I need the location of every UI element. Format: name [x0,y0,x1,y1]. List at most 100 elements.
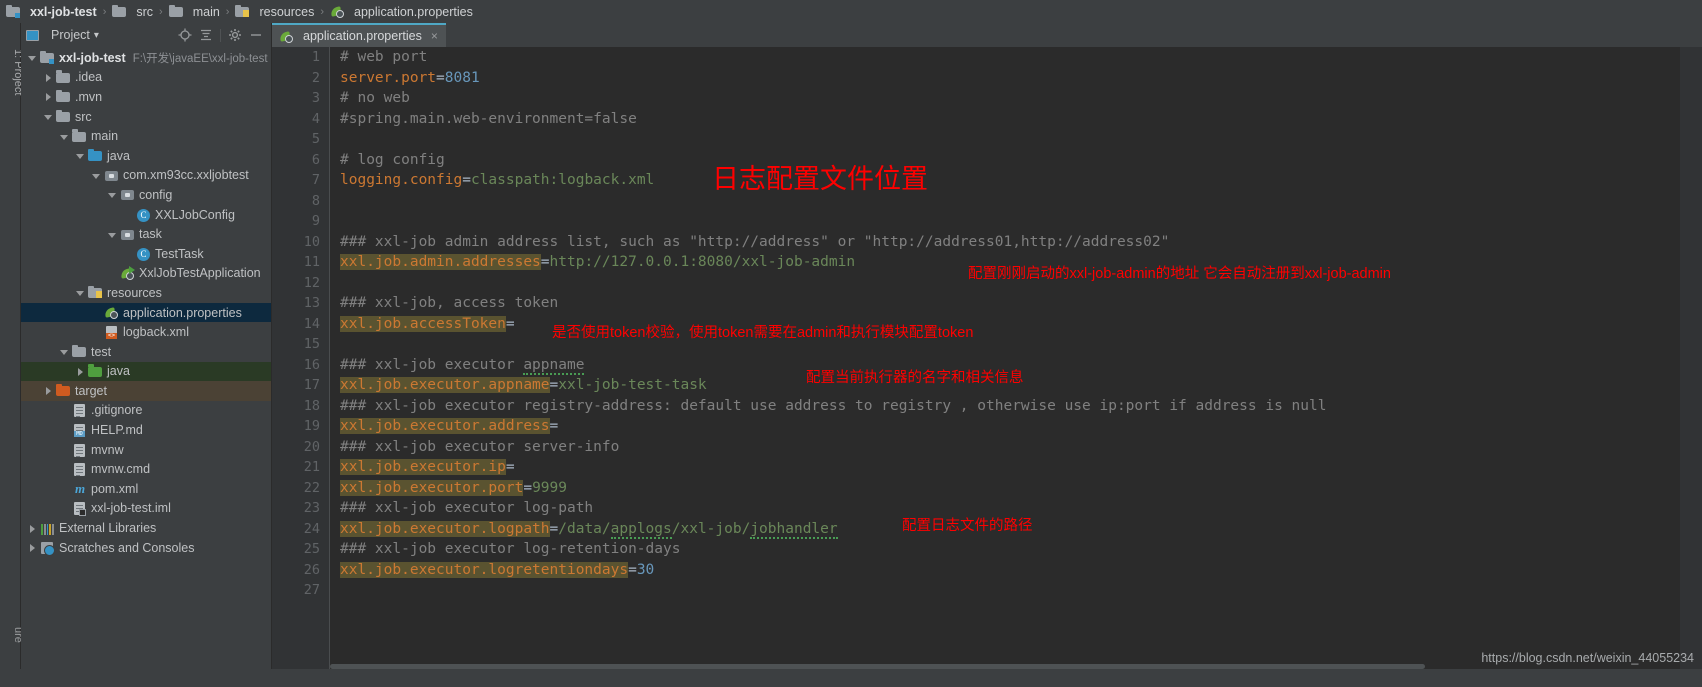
scratches-icon [40,540,55,557]
line-number: 2 [311,69,320,86]
locate-icon[interactable] [178,28,192,42]
tree-node-label: .idea [75,70,103,85]
tree-node-xxl-job-test-iml[interactable]: xxl-job-test.iml [21,499,271,519]
code-token: classpath:logback.xml [470,172,655,188]
line-number: 23 [303,500,320,516]
tree-node-task[interactable]: task [21,224,271,244]
breadcrumb-separator: › [320,5,325,18]
line-number: 15 [303,336,320,352]
line-number: 18 [303,397,320,414]
marker-bar[interactable] [1680,47,1702,687]
tree-expand-open-icon[interactable] [107,229,118,240]
tree-expand-open-icon[interactable] [107,189,118,200]
close-icon[interactable]: × [431,29,438,43]
tree-node-com-xm93cc-xxljobtest[interactable]: com.xm93cc.xxljobtest [21,166,271,186]
tree-expand-closed-icon[interactable] [43,72,54,83]
tree-node-xxljobtestapplication[interactable]: XxlJobTestApplication [21,264,271,284]
tree-node--gitignore[interactable]: .gitignore [21,401,271,421]
tree-node-target[interactable]: target [21,381,271,401]
project-scope-chevron-icon[interactable]: ▾ [94,30,99,41]
tree-expand-closed-icon[interactable] [27,523,38,534]
tree-node-external-libraries[interactable]: External Libraries [21,518,271,538]
line-number: 10 [303,233,320,250]
tree-node-main[interactable]: main [21,126,271,146]
line-number: 21 [303,459,320,475]
tree-expand-open-icon[interactable] [59,131,70,142]
tree-node-src[interactable]: src [21,107,271,127]
code-token: xxl.job.accessToken [340,315,506,332]
breadcrumb-item-main[interactable]: main [168,4,220,19]
tree-node-mvnw[interactable]: mvnw [21,440,271,460]
breadcrumb-item-application-properties[interactable]: application.properties [330,4,473,19]
gear-icon[interactable] [228,28,242,42]
text-file-icon [72,462,87,477]
collapse-all-icon[interactable] [199,28,213,42]
code-token: ### xxl-job admin address list, such as … [340,233,1170,250]
code-line: server.port=8081 [340,68,1680,89]
tree-node-label: java [107,148,130,163]
text-file-icon [72,442,87,457]
editor-tab-bar: application.properties × [272,23,1702,47]
tree-expand-closed-icon[interactable] [27,542,38,553]
editor-tab-label: application.properties [303,29,422,43]
tree-expand-open-icon[interactable] [43,111,54,122]
tree-expand-open-icon[interactable] [27,52,38,63]
tree-node-label: .mvn [75,89,103,104]
line-number: 8 [311,192,320,209]
tree-node-xxl-job-test[interactable]: xxl-job-test F:\开发\javaEE\xxl-job-test [21,48,271,68]
folder-icon [168,4,184,19]
tree-node-label: resources [107,285,162,300]
tree-node--idea[interactable]: .idea [21,68,271,88]
code-token: 9999 [532,479,567,496]
tree-node-resources[interactable]: resources [21,283,271,303]
tree-node-java[interactable]: java [21,146,271,166]
tree-node-test[interactable]: test [21,342,271,362]
folder-icon [112,4,127,19]
code-token: = [549,377,559,393]
code-token: xxl.job.executor.logpath [340,520,550,537]
hide-panel-icon[interactable] [249,28,263,42]
tree-expand-closed-icon[interactable] [43,91,54,102]
tree-node-config[interactable]: config [21,185,271,205]
tree-node-label: logback.xml [123,325,189,340]
tree-node--mvn[interactable]: .mvn [21,87,271,107]
resources-folder-icon [235,4,250,19]
tree-node-logback-xml[interactable]: logback.xml [21,322,271,342]
code-line: ### xxl-job executor server-info [340,437,1680,458]
tree-expand-open-icon[interactable] [91,170,102,181]
tree-expand-closed-icon[interactable] [43,385,54,396]
tree-expand-open-icon[interactable] [75,287,86,298]
spring-properties-icon [104,305,119,320]
tree-node-pom-xml[interactable]: m pom.xml [21,479,271,499]
code-line: # no web [340,88,1680,109]
breadcrumb-item-xxl-job-test[interactable]: xxl-job-test [6,4,97,19]
breadcrumb-item-resources[interactable]: resources [235,4,314,19]
code-token: xxl.job.executor.ip [340,459,506,475]
tree-node-mvnw-cmd[interactable]: mvnw.cmd [21,459,271,479]
tree-node-testtask[interactable]: C TestTask [21,244,271,264]
line-number: 1 [311,49,320,65]
tree-node-label: xxl-job-test [59,50,126,65]
code-token: = [549,418,559,434]
tree-node-scratches-and-consoles[interactable]: Scratches and Consoles [21,538,271,558]
editor-tab-application-properties[interactable]: application.properties × [272,23,446,47]
breadcrumb-label: application.properties [354,4,473,19]
breadcrumb-item-src[interactable]: src [112,4,153,19]
code-token: appname [523,356,585,375]
code-token: xxl.job.admin.addresses [340,254,541,270]
xml-file-icon [104,325,119,340]
tree-node-xxljobconfig[interactable]: C XXLJobConfig [21,205,271,225]
tree-node-java[interactable]: java [21,361,271,382]
tree-node-path: F:\开发\javaEE\xxl-job-test [132,52,268,65]
code-line: xxl.job.executor.ip= [340,457,1680,478]
tree-expand-open-icon[interactable] [75,150,86,161]
tree-node-help-md[interactable]: HELP.md [21,420,271,440]
code-token: 30 [636,561,655,578]
tree-expand-open-icon[interactable] [59,346,70,357]
tree-node-application-properties[interactable]: application.properties [21,302,271,323]
tree-expand-closed-icon[interactable] [75,366,86,377]
project-tree[interactable]: xxl-job-test F:\开发\javaEE\xxl-job-test .id… [21,47,271,687]
